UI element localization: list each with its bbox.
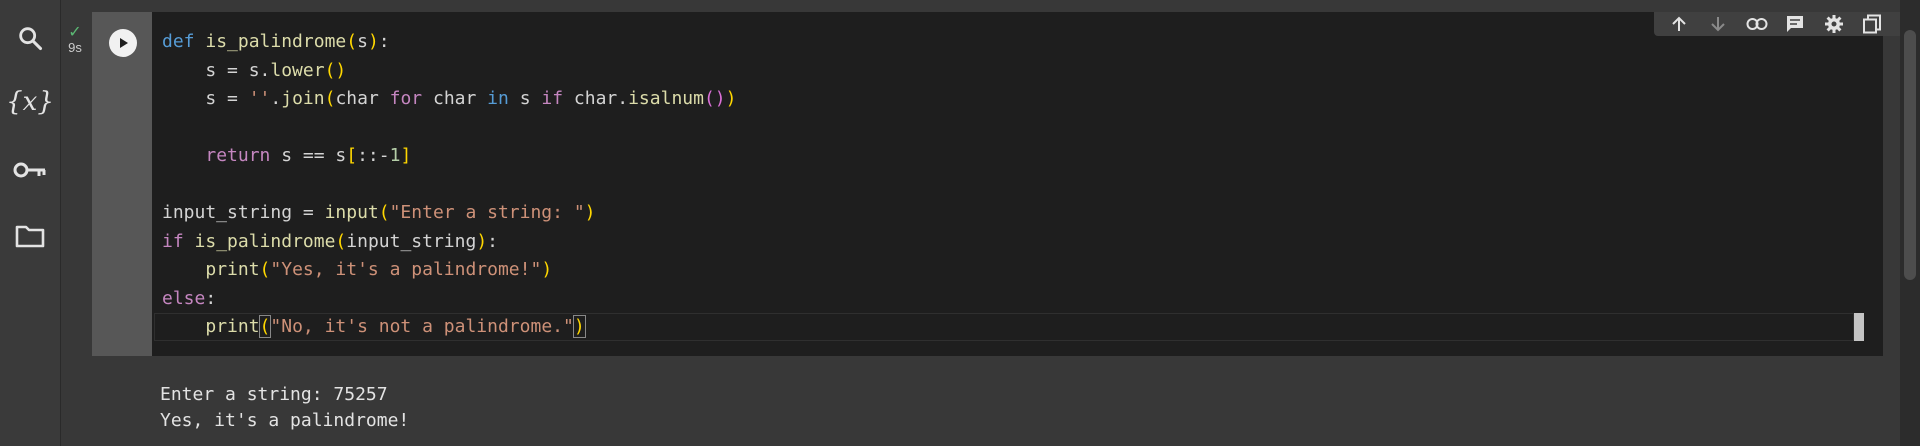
variables-label: {x} (6, 87, 54, 117)
current-line-highlight (154, 313, 1854, 341)
key-icon[interactable] (10, 150, 50, 190)
execution-time: 9s (68, 40, 82, 55)
code-block: def is_palindrome(s): s = s.lower() s = … (162, 28, 736, 342)
output-text: Enter a string: 75257 Yes, it's a palindr… (160, 382, 409, 434)
cell-gutter (92, 12, 152, 356)
code-line-2: s = s.lower() (162, 59, 347, 81)
comment-icon[interactable] (1782, 13, 1808, 35)
link-icon[interactable] (1744, 13, 1770, 35)
folder-icon[interactable] (10, 216, 50, 256)
scrollbar-thumb[interactable] (1904, 30, 1916, 280)
arrow-up-icon[interactable] (1666, 13, 1692, 35)
arrow-down-icon[interactable] (1705, 13, 1731, 35)
code-cell[interactable]: def is_palindrome(s): s = s.lower() s = … (92, 12, 1920, 432)
check-icon: ✓ (68, 24, 82, 41)
code-line-8: if is_palindrome(input_string): (162, 230, 498, 252)
code-line-5: return s == s[::-1] (205, 145, 412, 166)
left-sidebar: {x} (0, 0, 61, 446)
search-icon[interactable] (10, 18, 50, 58)
execution-status: ✓ 9s (60, 24, 90, 56)
output-line-1: Enter a string: 75257 (160, 384, 388, 405)
page-scrollbar[interactable] (1900, 0, 1920, 446)
code-line-3: s = ''.join(char for char in s if char.i… (162, 88, 737, 109)
code-line-7: input_string = input("Enter a string: ") (162, 202, 596, 223)
variables-icon[interactable]: {x} (6, 82, 54, 122)
play-icon (120, 38, 128, 48)
code-line-1: def is_palindrome(s): (162, 31, 390, 52)
code-line-9: print("Yes, it's a palindrome!") (205, 259, 553, 280)
run-cell-button[interactable] (109, 29, 137, 57)
code-editor[interactable]: def is_palindrome(s): s = s.lower() s = … (152, 12, 1883, 356)
gear-icon[interactable] (1821, 13, 1847, 35)
cell-output: Enter a string: 75257 Yes, it's a palindr… (92, 356, 1883, 432)
text-cursor (1854, 313, 1864, 341)
cell-toolbar (1654, 12, 1920, 36)
code-line-10: else: (162, 287, 217, 309)
mirror-cell-icon[interactable] (1859, 13, 1885, 35)
output-line-2: Yes, it's a palindrome! (160, 410, 410, 431)
